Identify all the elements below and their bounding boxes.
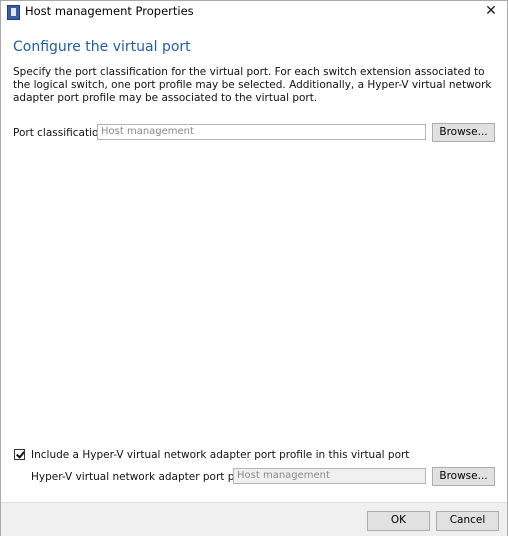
page-description: Specify the port classification for the … — [13, 66, 492, 104]
ok-button[interactable]: OK — [367, 511, 430, 531]
window-title: Host management Properties — [25, 4, 194, 18]
cancel-button[interactable]: Cancel — [436, 511, 499, 531]
close-icon[interactable]: ✕ — [481, 2, 501, 20]
properties-dialog: Host management Properties ✕ Configure t… — [0, 0, 508, 536]
hyperv-profile-browse-button[interactable]: Browse... — [432, 467, 495, 486]
port-classification-label: Port classification: — [13, 127, 109, 139]
app-icon — [7, 5, 20, 20]
page-heading: Configure the virtual port — [13, 39, 191, 55]
include-hyperv-profile-checkbox[interactable] — [14, 449, 25, 460]
include-hyperv-profile-label[interactable]: Include a Hyper-V virtual network adapte… — [31, 449, 409, 461]
title-bar[interactable]: Host management Properties ✕ — [1, 1, 507, 23]
dialog-footer: OK Cancel — [1, 502, 507, 536]
port-classification-field[interactable]: Host management — [97, 124, 426, 140]
hyperv-profile-label: Hyper-V virtual network adapter port pro… — [31, 471, 265, 483]
port-classification-browse-button[interactable]: Browse... — [432, 123, 495, 142]
hyperv-profile-field[interactable]: Host management — [233, 468, 426, 484]
